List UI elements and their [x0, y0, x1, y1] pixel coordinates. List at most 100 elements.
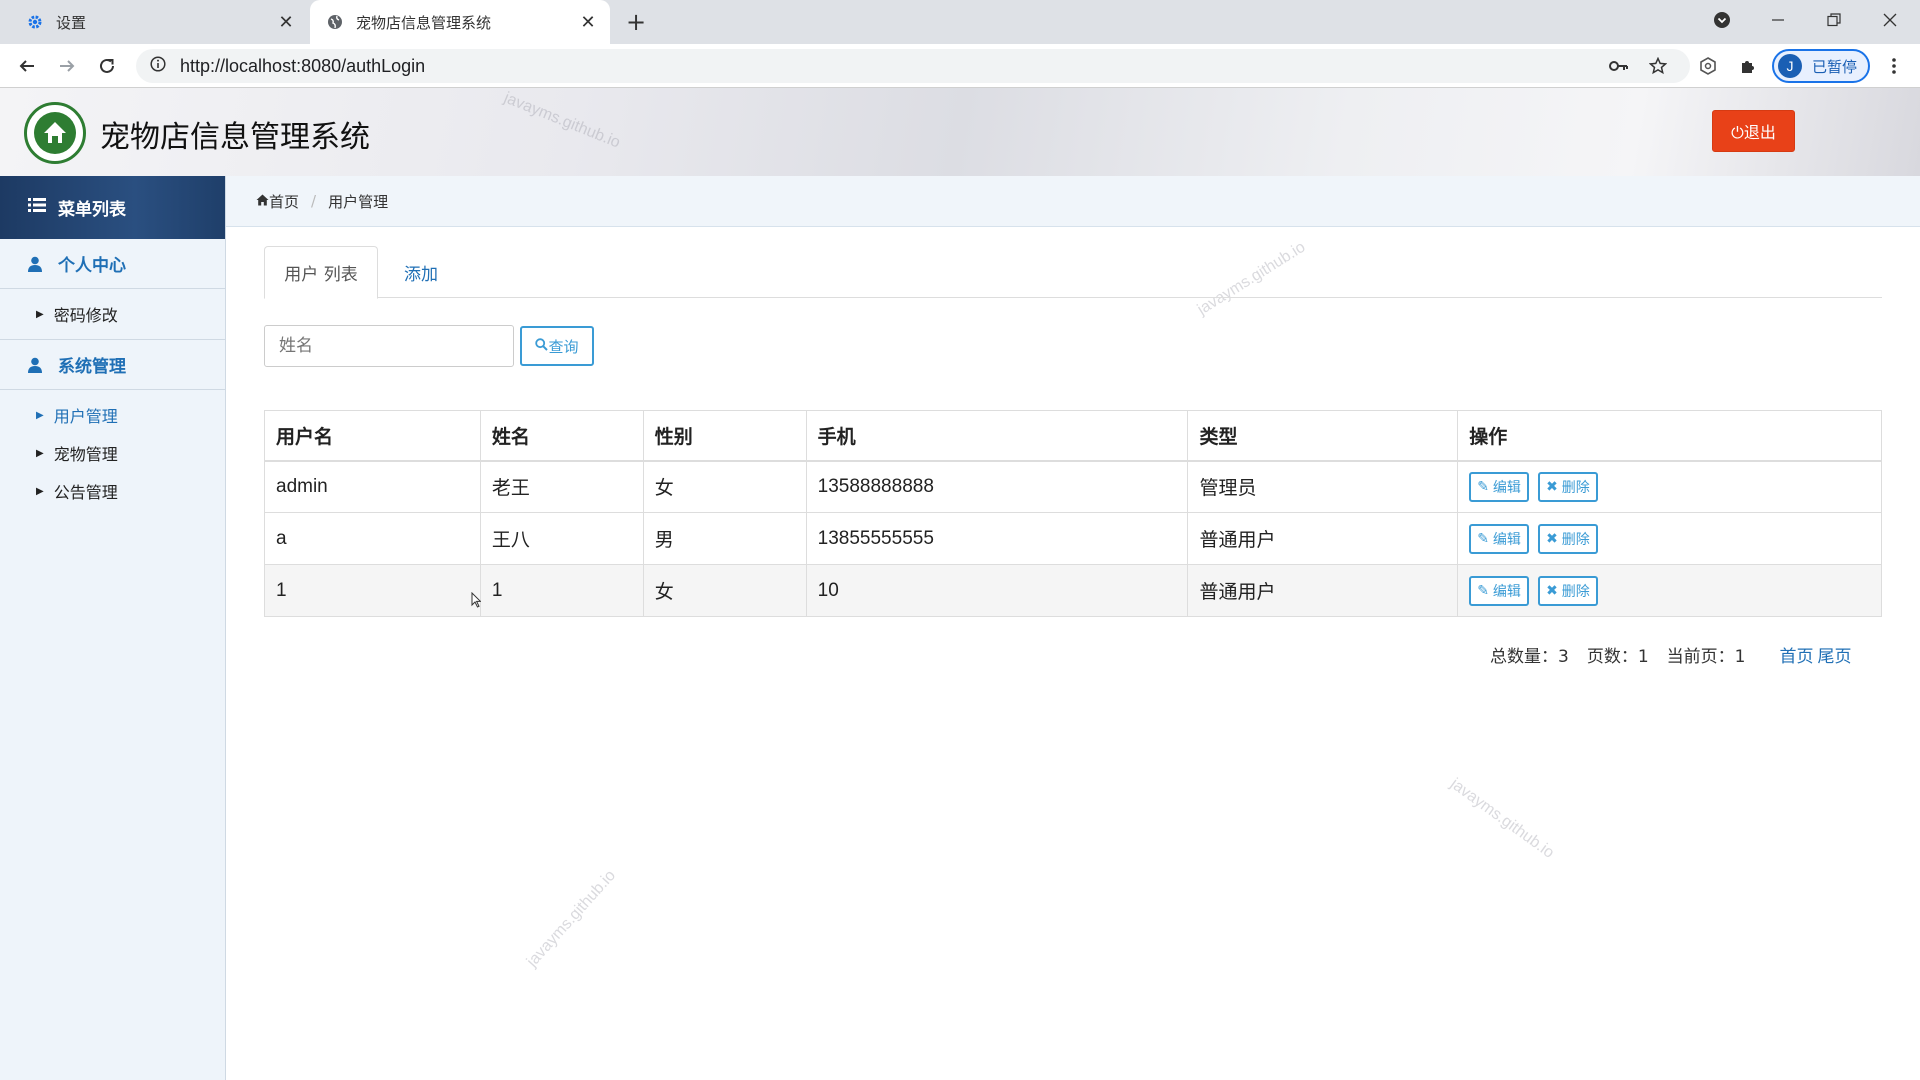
sidebar-item-password[interactable]: ▶ 密码修改	[0, 295, 225, 333]
breadcrumb-home[interactable]: 首页	[269, 191, 299, 212]
sidebar-item-label: 用户管理	[53, 407, 118, 426]
home-icon	[256, 192, 269, 210]
cell-actions: ✎ 编辑 ✖ 删除	[1457, 512, 1882, 565]
cell-name-link[interactable]: 1	[479, 564, 644, 617]
column-header-phone: 手机	[805, 410, 1189, 462]
delete-button[interactable]: ✖ 删除	[1538, 523, 1598, 554]
content-tabs: 用户 列表 添加	[264, 246, 1882, 299]
name-search-input[interactable]	[264, 325, 514, 367]
breadcrumb-separator: /	[311, 192, 317, 210]
close-icon[interactable]: ✕	[574, 8, 602, 36]
pager-current: 当前页：1	[1666, 647, 1746, 667]
watermark-text: javayms.github.io	[501, 89, 623, 152]
sidebar-group-system[interactable]: 系统管理	[0, 340, 225, 390]
browser-tab-strip: 设置 ✕ 宠物店信息管理系统 ✕ +	[0, 0, 1920, 44]
sidebar-item-notices[interactable]: ▶ 公告管理	[0, 472, 225, 510]
menu-header: 菜单列表	[0, 176, 225, 239]
cell-phone: 13855555555	[805, 512, 1189, 565]
globe-icon	[326, 13, 344, 31]
pager-last-link[interactable]: 尾页	[1817, 642, 1851, 667]
close-window-icon[interactable]	[1862, 0, 1918, 40]
pagination: 总数量：3 页数：1 当前页：1 首页 尾页	[1490, 642, 1855, 667]
sidebar-item-users[interactable]: ▶ 用户管理	[0, 396, 225, 434]
cell-type: 普通用户	[1187, 564, 1459, 617]
delete-label: 删除	[1561, 478, 1590, 495]
profile-button[interactable]: J 已暂停	[1772, 49, 1870, 83]
sidebar-group-personal[interactable]: 个人中心	[0, 239, 225, 289]
tab-label: 宠物店信息管理系统	[356, 13, 492, 32]
cell-gender: 男	[642, 512, 807, 565]
search-button[interactable]: 查询	[520, 326, 594, 366]
key-icon[interactable]	[1605, 52, 1633, 80]
delete-label: 删除	[1561, 530, 1590, 547]
tab-label: 设置	[56, 13, 87, 32]
table-row: a 王八 男 13855555555 普通用户 ✎ 编辑 ✖ 删除	[264, 512, 1882, 565]
forward-arrow-icon[interactable]	[53, 52, 81, 80]
back-arrow-icon[interactable]	[13, 52, 41, 80]
delete-button[interactable]: ✖ 删除	[1538, 575, 1598, 606]
url-text: http://localhost:8080/authLogin	[180, 55, 426, 76]
cell-username: admin	[264, 460, 481, 513]
pager-total: 总数量：3	[1490, 647, 1569, 667]
reload-icon[interactable]	[93, 52, 121, 80]
sidebar-item-label: 公告管理	[53, 483, 118, 502]
minimize-icon[interactable]	[1750, 0, 1806, 40]
browser-tab-settings[interactable]: 设置 ✕	[0, 0, 308, 44]
more-menu-icon[interactable]	[1880, 52, 1908, 80]
tab-add[interactable]: 添加	[378, 246, 464, 299]
caret-right-icon: ▶	[36, 308, 44, 320]
tab-search-icon[interactable]	[1694, 0, 1750, 40]
column-header-username: 用户名	[264, 410, 481, 462]
watermark-text: javayms.github.io	[1447, 775, 1558, 862]
pager-pages: 页数：1	[1586, 647, 1649, 667]
browser-tab-active[interactable]: 宠物店信息管理系统 ✕	[310, 0, 610, 44]
cell-phone: 13588888888	[805, 460, 1189, 513]
caret-right-icon: ▶	[36, 485, 44, 497]
pager-first-link[interactable]: 首页	[1779, 642, 1813, 667]
cell-username: a	[264, 512, 481, 565]
pencil-icon: ✎	[1477, 582, 1489, 598]
user-icon	[28, 357, 44, 373]
puzzle-extensions-icon[interactable]	[1734, 52, 1762, 80]
sidebar-item-pets[interactable]: ▶ 宠物管理	[0, 434, 225, 472]
logout-button[interactable]: ⏻退出	[1712, 110, 1795, 152]
cell-name-link[interactable]: 王八	[479, 512, 644, 565]
sidebar: 菜单列表 个人中心 ▶ 密码修改 系统管理 ▶ 用户管理 ▶ 宠物管理 ▶ 公告…	[0, 176, 226, 1080]
pencil-icon: ✎	[1477, 478, 1489, 495]
cell-actions: ✎ 编辑 ✖ 删除	[1457, 460, 1882, 513]
caret-right-icon: ▶	[36, 409, 44, 421]
cell-name-link[interactable]: 老王	[479, 460, 644, 513]
sidebar-group-label: 系统管理	[58, 357, 126, 377]
extension-shield-icon[interactable]	[1694, 52, 1722, 80]
close-icon[interactable]: ✕	[272, 8, 300, 36]
app-header: 宠物店信息管理系统 javayms.github.io ⏻退出	[0, 88, 1920, 176]
cell-actions: ✎ 编辑 ✖ 删除	[1457, 564, 1882, 617]
cell-username: 1	[264, 564, 481, 617]
column-header-type: 类型	[1187, 410, 1459, 462]
cell-type: 普通用户	[1187, 512, 1459, 565]
star-bookmark-icon[interactable]	[1644, 52, 1672, 80]
x-icon: ✖	[1546, 478, 1558, 495]
sidebar-item-label: 宠物管理	[53, 445, 118, 464]
avatar: J	[1778, 54, 1802, 78]
new-tab-button[interactable]: +	[620, 8, 652, 36]
sidebar-group-label: 个人中心	[58, 256, 126, 276]
logo-emblem-icon	[34, 112, 76, 154]
restore-icon[interactable]	[1806, 0, 1862, 40]
breadcrumb-current: 用户管理	[328, 192, 389, 211]
mouse-cursor-icon	[471, 591, 482, 608]
edit-button[interactable]: ✎ 编辑	[1469, 575, 1529, 606]
table-row: admin 老王 女 13588888888 管理员 ✎ 编辑 ✖ 删除	[264, 460, 1882, 513]
delete-button[interactable]: ✖ 删除	[1538, 471, 1598, 502]
app-title: 宠物店信息管理系统	[100, 120, 370, 155]
users-table: 用户名 姓名 性别 手机 类型 操作 admin 老王 女 1358888888…	[264, 410, 1882, 617]
sidebar-submenu-system: ▶ 用户管理 ▶ 宠物管理 ▶ 公告管理	[0, 390, 225, 510]
tab-user-list[interactable]: 用户 列表	[264, 246, 378, 299]
url-bar[interactable]: http://localhost:8080/authLogin	[136, 49, 1690, 83]
sidebar-item-label: 密码修改	[53, 306, 118, 325]
info-icon[interactable]	[150, 56, 166, 76]
x-icon: ✖	[1546, 582, 1558, 598]
edit-button[interactable]: ✎ 编辑	[1469, 471, 1529, 502]
cell-phone: 10	[805, 564, 1189, 617]
edit-button[interactable]: ✎ 编辑	[1469, 523, 1529, 554]
